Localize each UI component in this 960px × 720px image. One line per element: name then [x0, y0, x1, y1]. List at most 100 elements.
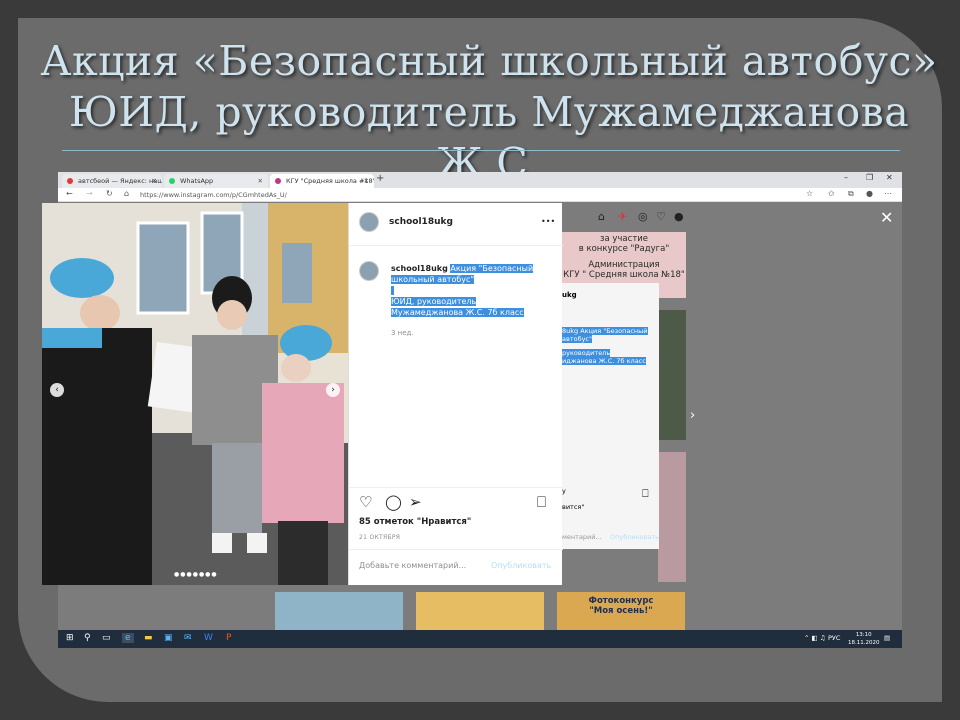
- back-arrow-icon[interactable]: ←: [66, 189, 73, 198]
- caption-username[interactable]: school18ukg: [391, 264, 448, 273]
- post2-comment-field[interactable]: ментарий...: [562, 533, 602, 541]
- avatar[interactable]: [359, 212, 379, 232]
- store-icon[interactable]: ▣: [164, 633, 173, 643]
- likes-count[interactable]: 85 отметок "Нравится": [359, 517, 471, 527]
- award-line1: за участие: [599, 234, 649, 244]
- home-icon[interactable]: ⌂: [124, 189, 129, 198]
- avatar[interactable]: ●: [674, 210, 684, 223]
- next-post-arrow-icon[interactable]: ›: [690, 408, 695, 423]
- more-options-icon[interactable]: •••: [541, 217, 555, 226]
- favorite-star-icon[interactable]: ☆: [806, 189, 813, 198]
- title-divider: [62, 150, 900, 151]
- post2-username: ukg: [562, 291, 577, 299]
- post2-likes2: вится": [562, 503, 585, 511]
- bookmark-icon[interactable]: ⎕: [537, 495, 546, 510]
- contest-subtitle: "Моя осень!": [589, 606, 653, 616]
- windows-start-icon[interactable]: ⊞: [66, 633, 74, 643]
- carousel-dots: ●●●●●●●: [174, 571, 218, 578]
- photo-illustration: [42, 203, 349, 585]
- yandex-icon: [67, 178, 73, 184]
- previous-photo-button[interactable]: ‹: [50, 383, 64, 397]
- thumbnail[interactable]: [416, 592, 544, 632]
- whatsapp-icon: [169, 178, 175, 184]
- refresh-icon[interactable]: ↻: [106, 189, 113, 198]
- tab-label: автсбеой — Яндекс: нашлось: [78, 177, 162, 185]
- post-photo[interactable]: ‹ › ●●●●●●●: [42, 203, 349, 585]
- divider: [349, 245, 563, 246]
- clock-time: 13:10: [855, 632, 872, 638]
- browser-toolbar: ← → ↻ ⌂ https://www.instagram.com/p/CGmh…: [58, 188, 902, 202]
- minimize-button[interactable]: –: [844, 173, 848, 182]
- caption-line2: школьный автобус": [391, 275, 475, 284]
- caption-line1: Акция "Безопасный: [450, 264, 534, 273]
- thumbnail[interactable]: [658, 310, 686, 440]
- share-icon[interactable]: ➢: [409, 495, 422, 510]
- bookmark-icon[interactable]: ⎕: [642, 487, 649, 501]
- forward-arrow-icon[interactable]: →: [86, 189, 93, 198]
- publish-button[interactable]: Опубликовать: [491, 561, 551, 570]
- avatar[interactable]: [359, 261, 379, 281]
- new-tab-button[interactable]: +: [376, 173, 384, 184]
- caption-line4: Мужамеджанова Ж.С. 7б класс: [391, 308, 524, 317]
- caption-line3: ЮИД, руководитель: [391, 297, 477, 306]
- tab-whatsapp[interactable]: WhatsApp ✕: [164, 174, 268, 188]
- address-bar[interactable]: https://www.instagram.com/p/CGmhtedAs_U/: [140, 190, 800, 200]
- favorites-icon[interactable]: ✩: [828, 189, 835, 198]
- award-line4: КГУ " Средняя школа №18": [563, 270, 685, 280]
- task-view-icon[interactable]: ▭: [102, 633, 111, 643]
- clock[interactable]: 13:10 18.11.2020: [848, 631, 880, 647]
- tab-label: WhatsApp: [180, 177, 214, 185]
- tray-icons[interactable]: ⌃ ◧ ♫: [804, 634, 826, 642]
- post-side-panel: school18ukg ••• school18ukg Акция "Безоп…: [348, 203, 563, 585]
- close-window-button[interactable]: ✕: [886, 173, 893, 182]
- search-icon[interactable]: ⚲: [84, 633, 91, 643]
- like-heart-icon[interactable]: ♡: [359, 495, 372, 510]
- powerpoint-icon[interactable]: P: [226, 633, 231, 643]
- explore-icon[interactable]: ◎: [638, 210, 648, 223]
- close-tab-icon[interactable]: ✕: [152, 174, 157, 188]
- award-line3: Администрация: [588, 260, 660, 270]
- tab-label: КГУ "Средняя школа #18" (@s: [286, 177, 374, 185]
- direct-icon[interactable]: ✈: [618, 210, 627, 223]
- windows-taskbar: ⊞ ⚲ ▭ e ▬ ▣ ✉ W P ⌃ ◧ ♫ РУС 13:10 18.11.…: [58, 630, 902, 648]
- maximize-button[interactable]: ❐: [866, 173, 873, 182]
- slide-title-line1: Акция «Безопасный школьный автобус»: [40, 37, 938, 85]
- collections-icon[interactable]: ⧉: [848, 189, 854, 199]
- comment-icon[interactable]: ◯: [385, 495, 402, 510]
- language-indicator[interactable]: РУС: [828, 634, 840, 642]
- background-post-popup: ukg 8ukg Акция "Безопасный автобус" руко…: [562, 283, 659, 549]
- notifications-icon[interactable]: ▤: [884, 634, 890, 642]
- post2-likes: у: [562, 487, 566, 495]
- heart-icon[interactable]: ♡: [656, 210, 666, 223]
- home-icon[interactable]: ⌂: [598, 210, 605, 223]
- tab-yandex[interactable]: автсбеой — Яндекс: нашлось ✕: [62, 174, 162, 188]
- clock-date: 18.11.2020: [848, 640, 880, 646]
- post-age[interactable]: 3 нед.: [391, 329, 414, 337]
- contest-thumbnail[interactable]: Фотоконкурс "Моя осень!": [557, 592, 685, 632]
- thumbnail[interactable]: [658, 452, 686, 582]
- post2-caption: 8ukg Акция "Безопасный автобус" руководи…: [562, 327, 648, 365]
- slide-title: Акция «Безопасный школьный автобус» ЮИД,…: [24, 36, 954, 189]
- caption-blank: [391, 286, 394, 295]
- profile-icon[interactable]: ●: [866, 189, 873, 198]
- contest-title: Фотоконкурс: [588, 596, 654, 606]
- instagram-icon: [275, 178, 281, 184]
- post-caption: school18ukg Акция "Безопасный школьный а…: [391, 263, 559, 318]
- award-line2: в конкурсе "Радуга": [578, 244, 670, 254]
- divider: [349, 487, 563, 488]
- word-icon[interactable]: W: [204, 633, 213, 643]
- close-tab-icon[interactable]: ✕: [364, 174, 369, 188]
- thumbnail[interactable]: [275, 592, 403, 632]
- file-explorer-icon[interactable]: ▬: [144, 633, 153, 643]
- more-menu-icon[interactable]: ⋯: [884, 189, 892, 198]
- edge-icon[interactable]: e: [122, 633, 134, 643]
- post-date: 21 ОКТЯБРЯ: [359, 534, 401, 541]
- next-photo-button[interactable]: ›: [326, 383, 340, 397]
- close-icon[interactable]: ✕: [880, 208, 893, 227]
- post-header-username[interactable]: school18ukg: [389, 217, 453, 227]
- mail-icon[interactable]: ✉: [184, 633, 192, 643]
- comment-input[interactable]: Добавьте комментарий...: [359, 561, 466, 570]
- close-tab-icon[interactable]: ✕: [258, 174, 263, 188]
- tab-instagram[interactable]: КГУ "Средняя школа #18" (@s ✕: [270, 174, 374, 188]
- post2-publish-button[interactable]: Опубликовать: [610, 533, 659, 541]
